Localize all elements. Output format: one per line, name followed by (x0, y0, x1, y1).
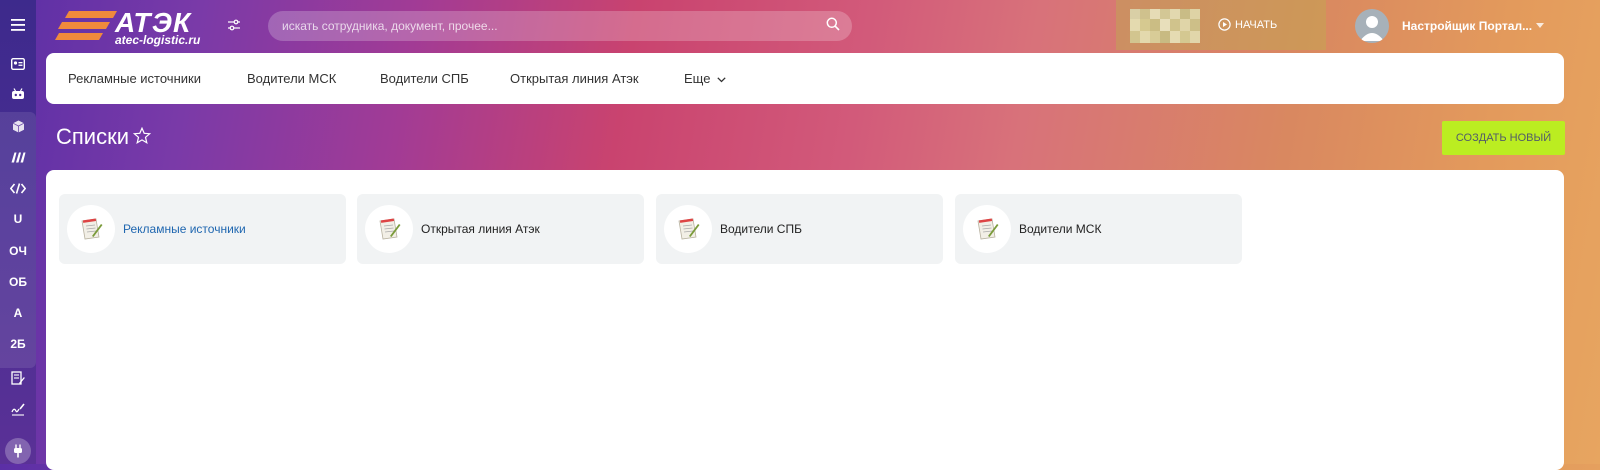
nav-item-open-line[interactable]: Открытая линия Атэк (510, 71, 639, 86)
create-new-button[interactable]: СОЗДАТЬ НОВЫЙ (1442, 121, 1565, 155)
search-input[interactable] (268, 18, 826, 34)
card-label: Водители МСК (1019, 222, 1102, 236)
card-label: Рекламные источники (123, 222, 246, 236)
settings-sliders-icon[interactable] (228, 18, 240, 36)
box-icon[interactable] (0, 114, 36, 138)
lists-panel: Рекламные источники Открытая линия Атэк … (46, 170, 1564, 470)
list-document-icon (365, 205, 413, 253)
contact-card-icon[interactable] (0, 52, 36, 76)
user-avatar-icon (1360, 16, 1384, 41)
list-document-icon (664, 205, 712, 253)
marketing-icon[interactable] (0, 145, 36, 169)
card-label: Открытая линия Атэк (421, 222, 540, 236)
robot-icon[interactable] (0, 82, 36, 106)
rail-item-ob[interactable]: ОБ (0, 270, 36, 294)
list-card[interactable]: Водители СПБ (656, 194, 943, 264)
signature-icon[interactable] (0, 397, 36, 421)
avatar[interactable] (1355, 9, 1389, 43)
company-logo[interactable]: АТЭК atec-logistic.ru (55, 6, 215, 47)
edit-list-icon[interactable] (0, 366, 36, 390)
nav-item-more[interactable]: Еще (684, 71, 726, 86)
logo-subtitle: atec-logistic.ru (115, 33, 201, 47)
search-icon[interactable] (826, 17, 840, 36)
top-navigation: Рекламные источники Водители МСК Водител… (46, 53, 1564, 104)
start-label: НАЧАТЬ (1235, 18, 1278, 31)
card-label: Водители СПБ (720, 222, 802, 236)
code-icon[interactable] (0, 176, 36, 200)
page-title: Списки (56, 124, 130, 149)
nav-item-advertising-sources[interactable]: Рекламные источники (68, 71, 201, 86)
rail-item-a[interactable]: А (0, 301, 36, 325)
nav-item-drivers-spb[interactable]: Водители СПБ (380, 71, 469, 86)
rail-item-2b[interactable]: 2Б (0, 332, 36, 356)
menu-icon[interactable] (0, 13, 36, 37)
start-button[interactable]: НАЧАТЬ (1218, 18, 1277, 31)
logo-stripes-icon (55, 11, 117, 40)
rail-item-och[interactable]: ОЧ (0, 239, 36, 263)
search-bar (268, 11, 852, 41)
list-card[interactable]: Водители МСК (955, 194, 1242, 264)
left-rail: U ОЧ ОБ А 2Б (0, 0, 36, 464)
star-icon[interactable] (133, 127, 151, 145)
chevron-down-icon (717, 77, 726, 83)
list-document-icon (67, 205, 115, 253)
list-document-icon (963, 205, 1011, 253)
rail-item-u[interactable]: U (0, 207, 36, 231)
nav-more-label: Еще (684, 71, 711, 86)
list-card[interactable]: Рекламные источники (59, 194, 346, 264)
pixelated-content (1130, 9, 1200, 43)
user-name[interactable]: Настройщик Портал... (1402, 19, 1532, 33)
list-card[interactable]: Открытая линия Атэк (357, 194, 644, 264)
chevron-down-icon[interactable] (1536, 23, 1544, 28)
play-icon (1218, 18, 1231, 31)
plug-icon[interactable] (5, 438, 31, 464)
nav-item-drivers-msk[interactable]: Водители МСК (247, 71, 336, 86)
